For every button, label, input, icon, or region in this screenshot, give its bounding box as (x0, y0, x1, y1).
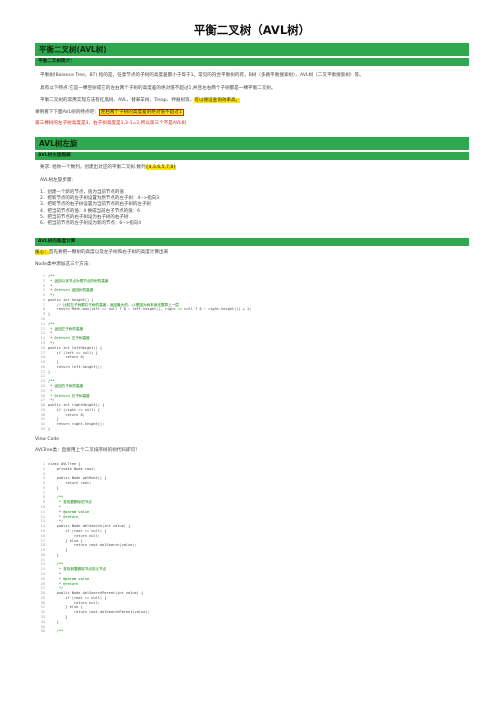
code-line: 33} (35, 427, 469, 432)
code-line: 36 /** (35, 629, 469, 634)
code-text: } (48, 427, 51, 431)
requirement-text: 要求: 给你一个数列，创建出对应的平衡二叉树.数列 (40, 165, 146, 170)
code-text: } (48, 369, 51, 374)
code-block-node-height: 1/** 2 * 返回以该节点为根节点的树的高度 3 * 4 * @return 返回… (35, 274, 469, 432)
rotation-step: 3．把新节点的右子树设置为当前节点的右子树的左子树 (40, 202, 151, 208)
code-text: /** (48, 629, 64, 634)
code-text: * 返回右子树的高度 (48, 383, 84, 388)
code-text: return Math.max(left == null ? 0 : left.… (48, 307, 252, 312)
code-text: return left.height(); (48, 364, 103, 369)
intro-paragraph-1: 平衡树(Balance Tree，BT) 指的是，任意节点的子树的高度差都小于等… (40, 73, 364, 78)
code-text: } (48, 312, 51, 317)
line-number: 33 (40, 427, 45, 431)
intro-paragraph-3-text: 平衡二叉树的常用实现方法有红黑树、AVL、替罪羊树、Treap、伸展树等。 (40, 98, 195, 103)
third-tree-note: 第三棵树的左子树高度是3，右子树高度是1,3-1=2,所以第三个不是AVL树 (35, 121, 187, 126)
code-text: * 返回左子树的高度 (48, 326, 84, 331)
example-line: 举例看下下面AVL树的特点吧： 左右两个子树的高度差的绝对值不超过1 (35, 109, 184, 116)
line-number: 36 (40, 629, 45, 634)
avltree-note: AVLTree类：直接用上个二叉排序树的树代码即可！ (35, 448, 140, 453)
section-heading-avl: 平衡二叉树(AVL树) (35, 43, 469, 56)
rotation-steps-title: AVL树左旋步骤: (40, 178, 74, 183)
code-text: * @return 返回树的高度 (48, 288, 94, 293)
code-text: * 返回以该节点为根节点的树的高度 (48, 278, 109, 283)
code-text: } (48, 552, 59, 557)
intro-paragraph-3: 平衡二叉树的常用实现方法有红黑树、AVL、替罪羊树、Treap、伸展树等。可以保… (40, 98, 241, 104)
code-text: return right.height(); (48, 422, 105, 427)
subheading-intro: 平衡二叉树简介： (35, 58, 469, 66)
view-code-label: View Code (35, 437, 60, 442)
rotation-steps-list: 1．创建一个新的节点，值为当前节点的值 2．把新节点的的左子树设置为原节点的左子… (40, 190, 159, 227)
document-title: 平衡二叉树（AVL树） (193, 23, 311, 37)
subheading-rotation-diagram: AVL树左旋图解 (35, 152, 469, 160)
core-label: 核心： (35, 250, 49, 255)
requirement-line: 要求: 给你一个数列，创建出对应的平衡二叉树.数列{4,3,6,5,7,8} (40, 165, 177, 171)
intro-highlight: 可以保证查询效率高。 (194, 98, 241, 103)
core-line: 核心：首先要把一颗树的高度以及左子树和右子树的高度计算出来 (35, 250, 168, 256)
code-text: } (48, 485, 59, 490)
code-text: } (48, 619, 59, 624)
requirement-sequence: {4,3,6,5,7,8} (145, 165, 177, 170)
example-highlight: 左右两个子树的高度差的绝对值不超过1 (98, 109, 184, 116)
code-text: private Node root; (48, 466, 96, 471)
intro-paragraph-2: 具有以下特点:它是一棵空树或它的左右两个子树的高度差的绝对值不超过1,并且左右两… (40, 86, 276, 91)
example-line-text: 举例看下下面AVL树的特点吧： (35, 110, 99, 115)
section-heading-left-rotation: AVL树左旋 (35, 137, 469, 150)
rotation-step: 6．把当前节点的左子树设为新的节点：6-->指向4 (40, 221, 142, 227)
subheading-height-calc: AVL树的高度计算 (35, 238, 469, 246)
code-block-avltree: 1 class AVLTree {2 private Node root; 3 4 p… (35, 462, 469, 634)
document-page: 平衡二叉树（AVL树） 平衡二叉树(AVL树) 平衡二叉树简介： 平衡树(Bal… (0, 0, 504, 713)
node-methods-note: Node类中添加这三个方法: (35, 262, 90, 267)
core-text: 首先要把一颗树的高度以及左子树和右子树的高度计算出来 (48, 250, 169, 255)
